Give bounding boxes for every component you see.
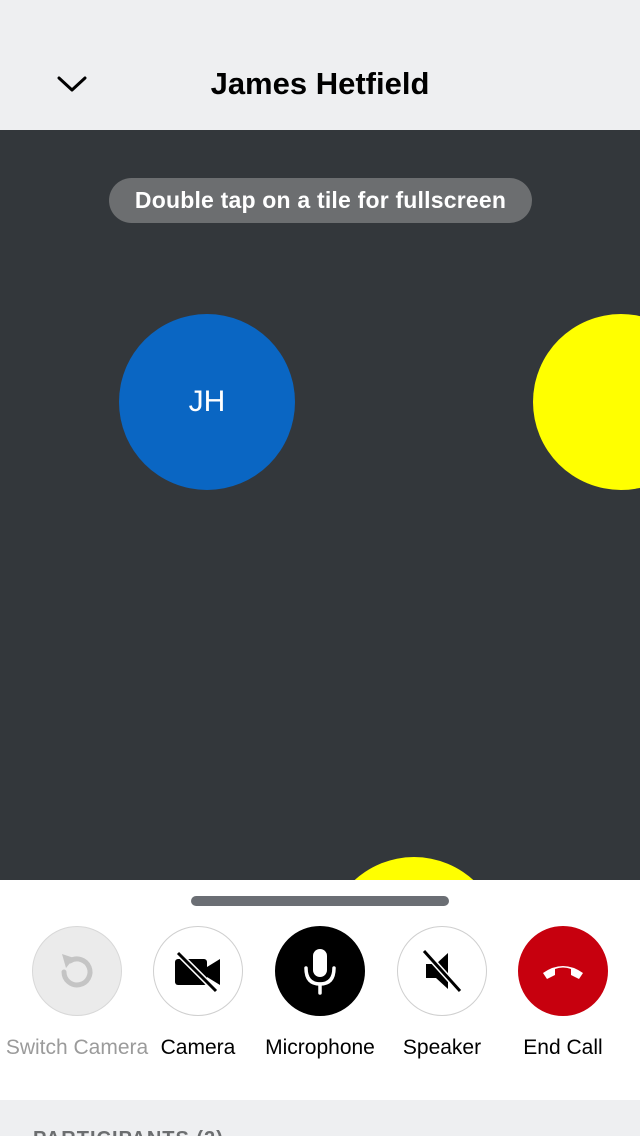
end-call-label: End Call (523, 1036, 603, 1059)
microphone-label: Microphone (265, 1036, 375, 1059)
sheet-drag-handle[interactable] (191, 896, 449, 906)
rotate-camera-icon (61, 954, 93, 988)
speaker-off-icon (421, 948, 463, 994)
participant-tile-3[interactable] (326, 857, 502, 880)
camera-button[interactable]: Camera (137, 926, 259, 1066)
switch-camera-circle (32, 926, 122, 1016)
speaker-label: Speaker (402, 1036, 482, 1059)
camera-circle (153, 926, 243, 1016)
camera-label: Camera (160, 1036, 236, 1059)
participants-section: PARTICIPANTS (2) (0, 1100, 640, 1136)
switch-camera-button[interactable]: Switch Camera (6, 926, 148, 1066)
hang-up-icon (543, 966, 583, 979)
video-off-icon (175, 950, 220, 993)
microphone-icon (304, 949, 336, 995)
page-title: James Hetfield (210, 66, 430, 101)
speaker-circle (397, 926, 487, 1016)
end-call-circle (518, 926, 608, 1016)
call-controls-sheet: Switch Camera Camera Microphone Speaker … (0, 880, 640, 1100)
switch-camera-label: Switch Camera (5, 1036, 149, 1059)
fullscreen-hint: Double tap on a tile for fullscreen (109, 178, 532, 223)
end-call-button[interactable]: End Call (502, 926, 624, 1066)
speaker-button[interactable]: Speaker (381, 926, 503, 1066)
call-header: James Hetfield (0, 0, 640, 130)
participants-title: PARTICIPANTS (2) (33, 1128, 224, 1136)
avatar-initials: JH (188, 385, 226, 418)
participant-tile-2[interactable] (533, 314, 640, 490)
video-grid: Double tap on a tile for fullscreen JH (0, 130, 640, 880)
participant-tile-jh[interactable]: JH (119, 314, 295, 490)
microphone-circle (275, 926, 365, 1016)
microphone-button[interactable]: Microphone (259, 926, 381, 1066)
